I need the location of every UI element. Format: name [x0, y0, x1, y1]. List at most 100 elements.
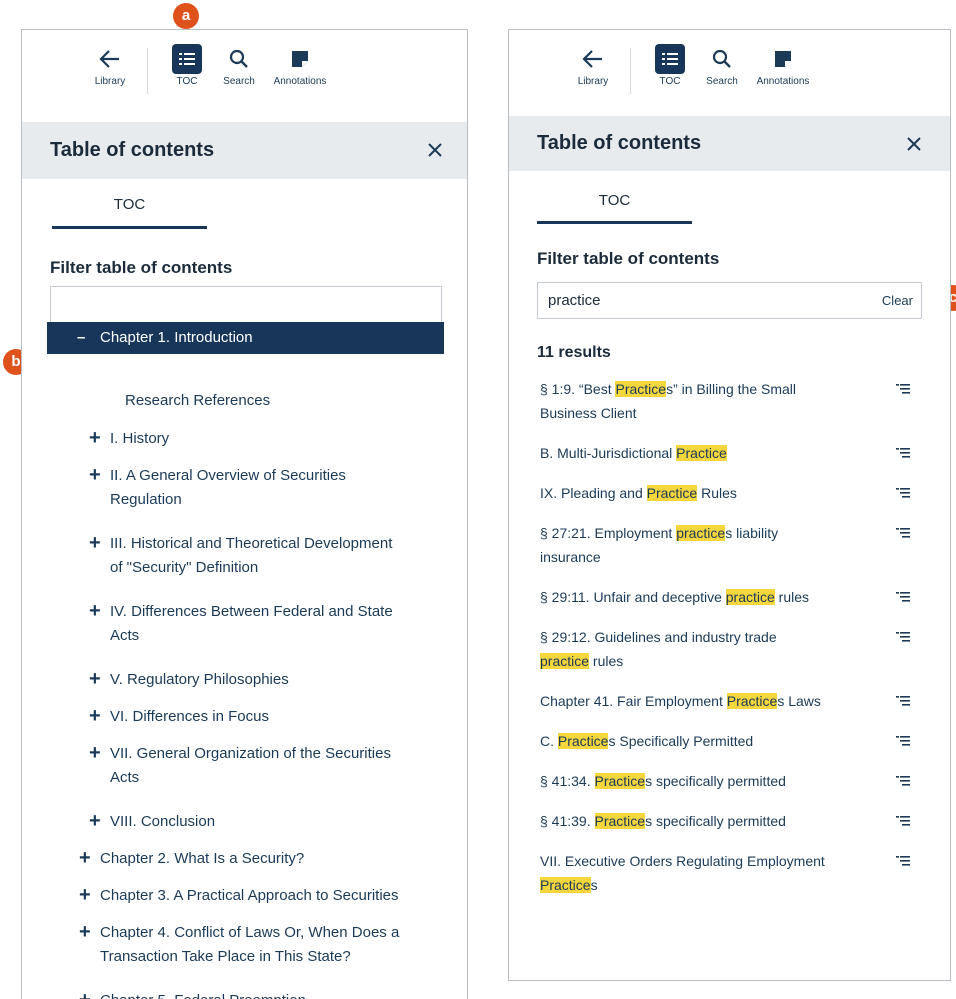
close-button[interactable] — [906, 130, 922, 156]
result-text: rules — [774, 589, 810, 605]
annotations-button[interactable]: Annotations — [753, 44, 813, 87]
toc-chapter[interactable]: + Chapter 2. What Is a Security? — [79, 847, 304, 871]
callout-marker-a: a — [173, 3, 199, 29]
result-text: § 27:21. Employment — [540, 525, 677, 541]
close-button[interactable] — [427, 136, 443, 162]
plus-icon[interactable]: + — [89, 600, 101, 622]
result-text: s specifically permitted — [645, 773, 786, 789]
plus-icon[interactable]: + — [89, 668, 101, 690]
filter-label: Filter table of contents — [537, 249, 720, 268]
library-button[interactable]: Library — [563, 44, 623, 87]
show-in-toc-icon[interactable] — [896, 856, 910, 868]
search-result-link[interactable]: VII. Executive Orders Regulating Employm… — [540, 849, 885, 897]
research-references-link[interactable]: Research References — [125, 389, 270, 413]
plus-icon[interactable]: + — [79, 884, 91, 906]
toc-section-label: Acts — [110, 769, 140, 786]
plus-icon[interactable]: + — [79, 921, 91, 943]
clear-button[interactable]: Clear — [882, 283, 913, 318]
show-in-toc-icon[interactable] — [896, 696, 910, 708]
show-in-toc-icon[interactable] — [896, 384, 910, 396]
library-label: Library — [94, 76, 126, 87]
show-in-toc-icon[interactable] — [896, 776, 910, 788]
highlighted-match: Practice — [676, 445, 727, 461]
search-icon — [229, 49, 248, 68]
filter-label: Filter table of contents — [50, 258, 233, 277]
toc-chapter[interactable]: + Chapter 4. Conflict of Laws Or, When Do… — [79, 921, 399, 969]
search-result-link[interactable]: IX. Pleading and Practice Rules — [540, 481, 885, 505]
toc-chapter-selected[interactable]: – Chapter 1. Introduction — [47, 322, 444, 354]
filter-input[interactable] — [50, 286, 442, 323]
show-in-toc-icon[interactable] — [896, 592, 910, 604]
highlighted-match: Practice — [594, 773, 646, 789]
toc-section[interactable]: + V. Regulatory Philosophies — [89, 668, 289, 692]
plus-icon[interactable]: + — [89, 810, 101, 832]
result-text: C. — [540, 733, 558, 749]
search-result-link[interactable]: Chapter 41. Fair Employment Practices La… — [540, 689, 885, 713]
show-in-toc-icon[interactable] — [896, 448, 910, 460]
highlighted-match: Practice — [615, 381, 667, 397]
toc-section[interactable]: + VIII. Conclusion — [89, 810, 215, 834]
toc-section[interactable]: + I. History — [89, 427, 169, 451]
search-result-link[interactable]: § 41:39. Practices specifically permitte… — [540, 809, 885, 833]
toc-button[interactable]: TOC — [157, 44, 217, 87]
search-result-link[interactable]: § 27:21. Employment practices liability i… — [540, 521, 885, 569]
result-text: Rules — [697, 485, 737, 501]
toc-chapter-label: Chapter 2. What Is a Security? — [100, 850, 305, 867]
plus-icon[interactable]: + — [89, 464, 101, 486]
result-text: § 41:39. — [540, 813, 595, 829]
show-in-toc-icon[interactable] — [896, 632, 910, 644]
toc-section[interactable]: + III. Historical and Theoretical Develop… — [89, 532, 392, 580]
toc-section[interactable]: + VI. Differences in Focus — [89, 705, 269, 729]
filter-value: practice — [548, 292, 601, 309]
toc-button[interactable]: TOC — [640, 44, 700, 87]
show-in-toc-icon[interactable] — [896, 528, 910, 540]
toc-chapter[interactable]: + Chapter 3. A Practical Approach to Secu… — [79, 884, 399, 908]
search-result-link[interactable]: B. Multi-Jurisdictional Practice — [540, 441, 885, 465]
plus-icon[interactable]: + — [89, 742, 101, 764]
toc-chapter[interactable]: +Chapter 5. Federal Preemption — [79, 989, 306, 999]
toc-section[interactable]: + VII. General Organization of the Securi… — [89, 742, 391, 790]
library-label: Library — [577, 76, 609, 87]
toc-section[interactable]: + II. A General Overview of Securities Reg… — [89, 464, 346, 512]
chapter-label: Chapter 1. Introduction — [100, 329, 253, 346]
tab-active-indicator — [52, 226, 207, 229]
toolbar-divider — [147, 48, 148, 94]
search-button[interactable]: Search — [692, 44, 752, 87]
search-result-link[interactable]: C. Practices Specifically Permitted — [540, 729, 885, 753]
panel-header: Table of contents — [22, 122, 467, 179]
toc-section-label: Regulation — [110, 491, 182, 508]
highlighted-match: Practice — [726, 693, 778, 709]
toc-section-label: of "Security" Definition — [110, 559, 259, 576]
toc-section-label: Acts — [110, 627, 140, 644]
filter-input[interactable]: practice Clear — [537, 282, 922, 319]
highlighted-match: practice — [676, 525, 726, 541]
show-in-toc-icon[interactable] — [896, 736, 910, 748]
tab-toc[interactable]: TOC — [537, 192, 692, 209]
plus-icon[interactable]: + — [89, 532, 101, 554]
toc-section-label: V. Regulatory Philosophies — [110, 671, 289, 688]
toc-section[interactable]: + IV. Differences Between Federal and Sta… — [89, 600, 393, 648]
toc-section-label: I. History — [110, 430, 170, 447]
note-icon — [775, 51, 791, 67]
tab-toc[interactable]: TOC — [52, 196, 207, 213]
panel-header: Table of contents — [509, 116, 950, 171]
toc-chapter-label: Transaction Take Place in This State? — [100, 948, 351, 965]
search-label: Search — [223, 76, 255, 87]
search-result-link[interactable]: § 1:9. “Best Practices” in Billing the S… — [540, 377, 885, 425]
search-result-link[interactable]: § 29:11. Unfair and deceptive practice r… — [540, 585, 885, 609]
search-result-link[interactable]: § 29:12. Guidelines and industry trade pr… — [540, 625, 885, 673]
toc-chapter-label: Chapter 5. Federal Preemption — [79, 989, 306, 999]
result-text: s Laws — [777, 693, 821, 709]
plus-icon[interactable]: + — [79, 989, 91, 999]
search-result-link[interactable]: § 41:34. Practices specifically permitte… — [540, 769, 885, 793]
search-button[interactable]: Search — [209, 44, 269, 87]
plus-icon[interactable]: + — [89, 705, 101, 727]
library-button[interactable]: Library — [80, 44, 140, 87]
show-in-toc-icon[interactable] — [896, 488, 910, 500]
plus-icon[interactable]: + — [79, 847, 91, 869]
show-in-toc-icon[interactable] — [896, 816, 910, 828]
annotations-button[interactable]: Annotations — [270, 44, 330, 87]
plus-icon[interactable]: + — [89, 427, 101, 449]
arrow-left-icon — [582, 50, 602, 68]
panel-title: Table of contents — [537, 132, 702, 154]
